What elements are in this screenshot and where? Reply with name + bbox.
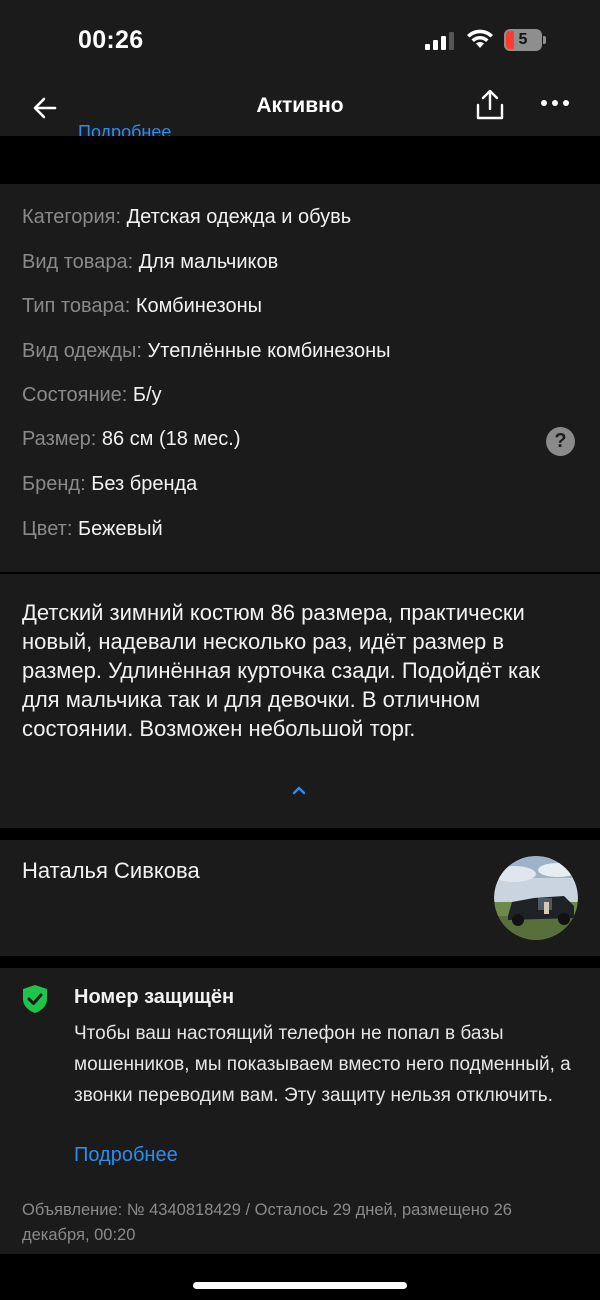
param-key: Цвет: — [22, 518, 73, 540]
nav-bar: Подробнее Активно — [0, 80, 600, 136]
status-time: 00:26 — [78, 26, 144, 54]
param-category: Категория: Детская одежда и обувь — [22, 202, 351, 232]
param-key: Вид одежды: — [22, 340, 142, 362]
share-icon[interactable] — [474, 88, 506, 122]
page-title: Активно — [256, 94, 344, 117]
battery-level: 5 — [518, 31, 528, 48]
ad-info-text: Объявление: № 4340818429 / Осталось 29 д… — [22, 1201, 512, 1244]
home-indicator[interactable] — [193, 1282, 407, 1289]
param-clothing-kind: Вид одежды: Утеплённые комбинезоны — [22, 336, 391, 366]
param-value: Для мальчиков — [138, 251, 279, 273]
param-value: Б/у — [132, 384, 162, 406]
param-size: Размер: 86 см (18 мес.) — [22, 424, 241, 454]
param-product-type: Тип товара: Комбинезоны — [22, 291, 262, 321]
battery-icon: 5 — [504, 29, 546, 51]
home-indicator-area — [0, 1254, 600, 1300]
number-protection-section: Номер защищён Чтобы ваш настоящий телефо… — [0, 968, 600, 1190]
param-brand: Бренд: Без бренда — [22, 469, 197, 499]
details-link[interactable]: Подробнее — [74, 1144, 178, 1167]
status-bar: 00:26 5 — [0, 0, 600, 80]
param-value: Бежевый — [77, 518, 163, 540]
protection-title: Номер защищён — [74, 986, 235, 1008]
description-section: Детский зимний костюм 86 размера, практи… — [0, 574, 600, 828]
seller-section[interactable]: Наталья Сивкова — [0, 840, 600, 956]
item-params-section: Категория: Детская одежда и обувь Вид то… — [0, 184, 600, 572]
param-color: Цвет: Бежевый — [22, 514, 163, 544]
param-condition: Состояние: Б/у — [22, 380, 162, 410]
section-divider — [0, 136, 600, 184]
param-key: Категория: — [22, 206, 122, 228]
shield-check-icon — [23, 985, 47, 1013]
signal-icon — [425, 32, 454, 50]
more-icon[interactable] — [540, 98, 570, 108]
chevron-up-icon[interactable] — [290, 784, 308, 796]
param-key: Размер: — [22, 428, 97, 450]
param-value: Детская одежда и обувь — [126, 206, 352, 228]
avatar[interactable] — [494, 856, 578, 940]
param-value: Утеплённые комбинезоны — [147, 340, 391, 362]
protection-text: Чтобы ваш настоящий телефон не попал в б… — [74, 1023, 571, 1106]
param-key: Бренд: — [22, 473, 86, 495]
ad-info-footer: Объявление: № 4340818429 / Осталось 29 д… — [0, 1190, 600, 1254]
description-text: Детский зимний костюм 86 размера, практи… — [22, 600, 540, 741]
param-key: Вид товара: — [22, 251, 134, 273]
param-value: Комбинезоны — [135, 295, 262, 317]
param-key: Тип товара: — [22, 295, 131, 317]
section-divider — [0, 828, 600, 840]
section-divider — [0, 956, 600, 968]
param-value: Без бренда — [91, 473, 198, 495]
param-value: 86 см (18 мес.) — [101, 428, 241, 450]
param-key: Состояние: — [22, 384, 128, 406]
wifi-icon — [467, 29, 493, 48]
details-link-partial[interactable]: Подробнее — [78, 122, 171, 136]
param-product-kind: Вид товара: Для мальчиков — [22, 247, 278, 277]
size-help-icon[interactable]: ? — [546, 427, 575, 456]
seller-name[interactable]: Наталья Сивкова — [22, 858, 200, 884]
